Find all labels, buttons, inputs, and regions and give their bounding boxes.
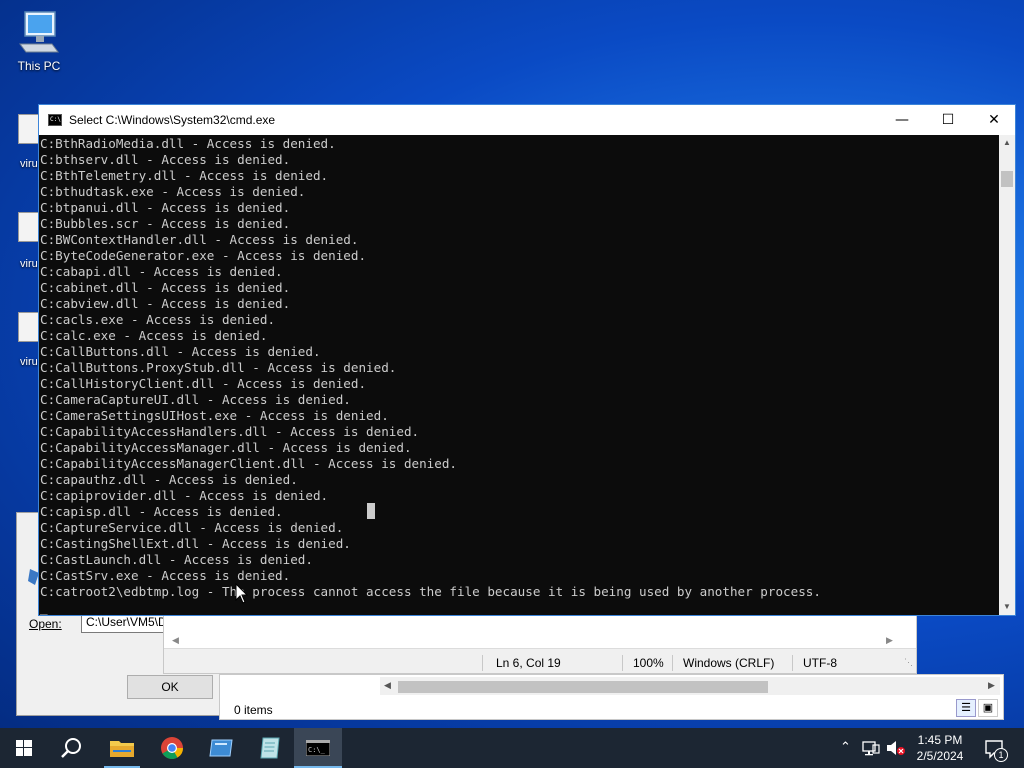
console-line: C:CallButtons.dll - Access is denied. [40, 344, 321, 359]
cursor-position: Ln 6, Col 19 [496, 656, 561, 670]
notepad-status-bar: Ln 6, Col 19 100% Windows (CRLF) UTF-8 ⋱ [164, 653, 916, 673]
desktop-item-label: viru [20, 258, 38, 270]
notepad-icon [260, 737, 280, 759]
file-explorer-taskbar-button[interactable] [98, 728, 146, 768]
scroll-down-arrow-icon[interactable]: ▼ [999, 599, 1015, 615]
console-line: C:CameraSettingsUIHost.exe - Access is d… [40, 408, 389, 423]
large-icons-view-icon[interactable]: ▣ [978, 699, 998, 717]
maximize-button[interactable]: ☐ [925, 105, 971, 135]
start-button[interactable] [0, 728, 48, 768]
computer-icon [19, 11, 59, 53]
volume-muted-icon[interactable] [886, 740, 906, 756]
application-window-icon [209, 739, 233, 757]
chrome-taskbar-button[interactable] [148, 728, 196, 768]
network-icon[interactable] [862, 740, 880, 756]
close-button[interactable]: ✕ [971, 105, 1017, 135]
terminal-icon: C:\_ [306, 740, 330, 756]
text-cursor [367, 503, 375, 519]
scroll-right-arrow-icon[interactable]: ▶ [988, 680, 995, 691]
mouse-pointer-icon [235, 583, 249, 604]
desktop-item-label: viru [20, 356, 38, 368]
line-ending: Windows (CRLF) [683, 656, 775, 670]
cmd-window: C:\ Select C:\Windows\System32\cmd.exe —… [38, 104, 1016, 616]
console-line: C:CameraCaptureUI.dll - Access is denied… [40, 392, 351, 407]
notification-count-badge: 1 [994, 748, 1008, 762]
console-line: C:CaptureService.dll - Access is denied. [40, 520, 344, 535]
console-line: C:Bubbles.scr - Access is denied. [40, 216, 291, 231]
console-line: C:BWContextHandler.dll - Access is denie… [40, 232, 359, 247]
console-line: C:cabinet.dll - Access is denied. [40, 280, 291, 295]
console-vertical-scrollbar[interactable]: ▲ ▼ [999, 135, 1015, 615]
console-line: C:cabapi.dll - Access is denied. [40, 264, 283, 279]
encoding: UTF-8 [803, 656, 837, 670]
scroll-up-arrow-icon[interactable]: ▲ [999, 135, 1015, 151]
cmd-taskbar-button[interactable]: C:\_ [294, 728, 342, 768]
console-line: C:CallButtons.ProxyStub.dll - Access is … [40, 360, 397, 375]
notepad-taskbar-button[interactable] [246, 728, 294, 768]
zoom-level: 100% [633, 656, 664, 670]
file-explorer-window: ◀ ▶ 0 items ☰ ▣ [219, 674, 1004, 720]
details-view-icon[interactable]: ☰ [956, 699, 976, 717]
console-line: C:calc.exe - Access is denied. [40, 328, 268, 343]
console-line: C:capiprovider.dll - Access is denied. [40, 488, 329, 503]
console-line: C:ByteCodeGenerator.exe - Access is deni… [40, 248, 367, 263]
console-line: C:BthTelemetry.dll - Access is denied. [40, 168, 329, 183]
cmd-app-icon[interactable]: C:\ [48, 114, 62, 126]
this-pc-label: This PC [17, 59, 61, 73]
taskbar: C:\_ ⌃ 1:45 PM 2/5/2024 1 [0, 728, 1024, 768]
scroll-left-arrow-icon[interactable]: ◀ [384, 680, 391, 691]
console-line: C:CapabilityAccessManager.dll - Access i… [40, 440, 412, 455]
console-line: C:capisp.dll - Access is denied. [40, 504, 283, 519]
clock-date: 2/5/2024 [916, 749, 964, 763]
console-line: C:capauthz.dll - Access is denied. [40, 472, 298, 487]
chrome-icon [161, 737, 183, 759]
console-line: C:CallHistoryClient.dll - Access is deni… [40, 376, 367, 391]
explorer-horizontal-scrollbar[interactable]: ◀ ▶ [380, 677, 1000, 695]
open-label: Open: [29, 617, 62, 631]
scrollbar-thumb[interactable] [1001, 171, 1013, 187]
ok-button[interactable]: OK [127, 675, 213, 699]
search-button[interactable] [48, 728, 96, 768]
chevron-up-icon[interactable]: ⌃ [840, 740, 851, 755]
svg-text:C:\_: C:\_ [308, 746, 326, 754]
console-line: C:bthudtask.exe - Access is denied. [40, 184, 306, 199]
console-line: C:bthserv.dll - Access is denied. [40, 152, 291, 167]
console-line: C:CastLaunch.dll - Access is denied. [40, 552, 313, 567]
minimize-button[interactable]: — [879, 105, 925, 135]
scrollbar-thumb[interactable] [398, 681, 768, 693]
console-line: C:cabview.dll - Access is denied. [40, 296, 291, 311]
desktop-item-label: viru [20, 158, 38, 170]
item-count: 0 items [234, 703, 273, 717]
scroll-right-arrow-icon[interactable]: ▶ [886, 635, 893, 646]
windows-logo-icon [16, 740, 32, 756]
scroll-left-arrow-icon[interactable]: ◀ [172, 635, 179, 646]
resize-grip-icon[interactable]: ⋱ [904, 657, 913, 668]
console-line: _ [40, 600, 48, 615]
console-line: C:CastingShellExt.dll - Access is denied… [40, 536, 351, 551]
console-line: C:CapabilityAccessHandlers.dll - Access … [40, 424, 420, 439]
this-pc-desktop-icon[interactable]: This PC [4, 10, 74, 73]
console-line: C:btpanui.dll - Access is denied. [40, 200, 291, 215]
notepad-window: ◀ ▶ Ln 6, Col 19 100% Windows (CRLF) UTF… [163, 612, 917, 674]
system-clock[interactable]: 1:45 PM 2/5/2024 [906, 732, 974, 764]
notification-center-button[interactable]: 1 [980, 736, 1010, 762]
search-icon [61, 738, 81, 758]
console-line: C:catroot2\edbtmp.log - The process cann… [40, 584, 821, 599]
clock-time: 1:45 PM [917, 733, 963, 747]
notepad-horizontal-scrollbar[interactable]: ◀ ▶ [164, 613, 916, 649]
app-taskbar-button[interactable] [197, 728, 245, 768]
console-line: C:CastSrv.exe - Access is denied. [40, 568, 291, 583]
console-line: C:cacls.exe - Access is denied. [40, 312, 276, 327]
cmd-titlebar[interactable]: C:\ Select C:\Windows\System32\cmd.exe —… [39, 105, 1015, 135]
console-output[interactable]: C:BthRadioMedia.dll - Access is denied. C… [39, 135, 999, 615]
console-line: C:BthRadioMedia.dll - Access is denied. [40, 136, 336, 151]
folder-icon [110, 741, 134, 757]
window-title: Select C:\Windows\System32\cmd.exe [69, 113, 276, 127]
console-line: C:CapabilityAccessManagerClient.dll - Ac… [40, 456, 458, 471]
